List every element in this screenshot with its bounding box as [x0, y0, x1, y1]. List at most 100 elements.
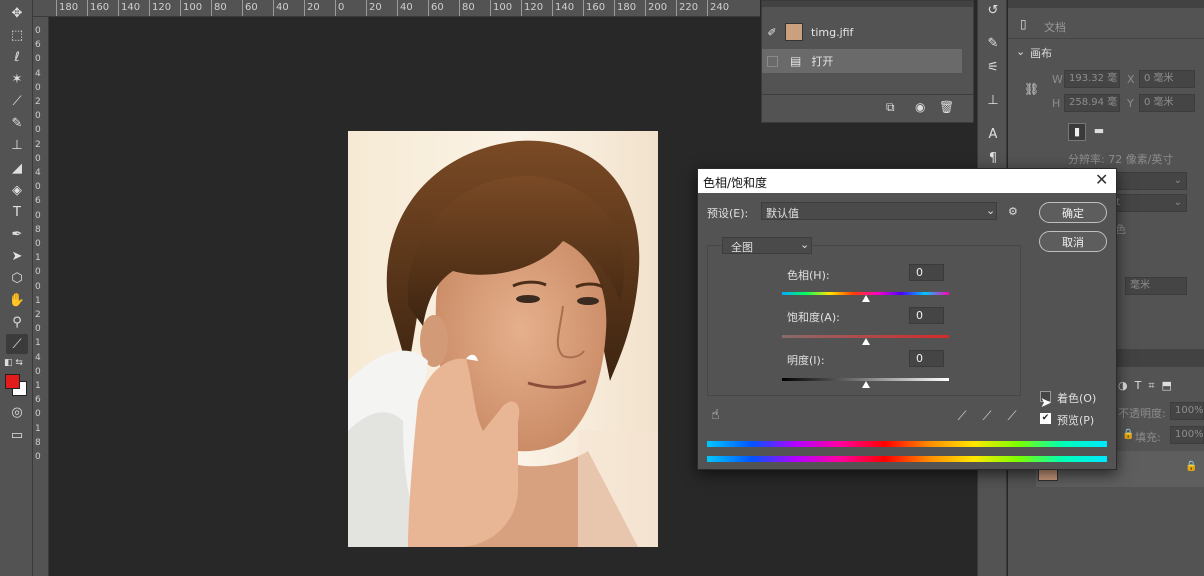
ruler-left-label: 4: [35, 352, 41, 363]
lock-icon[interactable]: 🔒: [1122, 429, 1134, 440]
type-icon[interactable]: T: [6, 202, 28, 222]
preview-checkbox[interactable]: ✔: [1040, 413, 1051, 424]
fill-label: 填充:: [1135, 431, 1161, 444]
layer-filter-icons[interactable]: ◑T⌗⬒: [1118, 379, 1179, 393]
snapshot-camera-icon[interactable]: ◉: [915, 100, 925, 114]
paint-bucket-icon[interactable]: ◈: [6, 180, 28, 200]
brush-settings-icon[interactable]: ⚟: [983, 57, 1003, 77]
history-state-checkbox[interactable]: [767, 55, 778, 67]
marquee-icon[interactable]: ⬚: [6, 25, 28, 45]
history-state-row[interactable]: ▤ 打开: [762, 49, 962, 73]
document-photo[interactable]: [348, 131, 658, 547]
ruler-top-label: 220: [679, 2, 699, 13]
hue-input[interactable]: 0: [909, 264, 944, 281]
ruler-left-label: 0: [35, 210, 41, 221]
history-snapshot-row[interactable]: ✐ timg.jfif: [762, 20, 962, 44]
preset-select[interactable]: 默认值 ⌄: [761, 202, 997, 220]
move-icon[interactable]: ✥: [6, 3, 28, 23]
ruler-left-label: 6: [35, 196, 41, 207]
ruler-top-tick: [180, 0, 181, 16]
saturation-input[interactable]: 0: [909, 307, 944, 324]
quick-mask-icon[interactable]: ◎: [6, 402, 28, 422]
saturation-slider-thumb[interactable]: [862, 338, 870, 345]
fill-field[interactable]: 100%: [1170, 426, 1204, 444]
opacity-field[interactable]: 100%: [1170, 402, 1204, 420]
channel-select[interactable]: 全图 ⌄: [722, 237, 812, 254]
brush-panel-icon[interactable]: ✎: [983, 33, 1003, 53]
eraser-icon[interactable]: ◢: [6, 158, 28, 178]
lightness-input[interactable]: 0: [909, 350, 944, 367]
resolution-text: 分辨率: 72 像素/英寸: [1068, 153, 1174, 166]
history-panel-icon[interactable]: ↺: [983, 0, 1003, 20]
properties-divider: [1008, 38, 1204, 39]
portrait-image: [348, 131, 658, 547]
color-bar-bottom: [707, 456, 1107, 462]
ruler-top-tick: [335, 0, 336, 16]
width-field[interactable]: 193.32 毫: [1064, 70, 1120, 88]
clone-source-icon[interactable]: ⊥: [983, 90, 1003, 110]
subtract-from-sample-eyedropper-icon[interactable]: ⟋: [1004, 408, 1020, 424]
stamp-icon[interactable]: ⊥: [6, 135, 28, 155]
hue-slider-thumb[interactable]: [862, 295, 870, 302]
ruler-top-tick: [211, 0, 212, 16]
document-icon: ▯: [1020, 17, 1027, 31]
ruler-top-tick: [56, 0, 57, 16]
targeted-adjustment-hand-icon[interactable]: ☝: [711, 407, 720, 423]
canvas-section-title: 画布: [1030, 47, 1052, 60]
zoom-icon[interactable]: ⚲: [6, 312, 28, 332]
ruler-top-label: 240: [710, 2, 730, 13]
unit-field[interactable]: 毫米: [1125, 277, 1187, 295]
hand-icon[interactable]: ✋: [6, 290, 28, 310]
ruler-top-label: 60: [245, 2, 258, 13]
x-field[interactable]: 0 毫米: [1139, 70, 1195, 88]
preset-chevron-icon: ⌄: [986, 204, 996, 217]
cancel-button[interactable]: 取消: [1039, 231, 1107, 252]
adjustment-group-box: [707, 245, 1021, 396]
brush-source-icon[interactable]: ✐: [762, 26, 782, 39]
ruler-top-tick: [149, 0, 150, 16]
magic-wand-icon[interactable]: ✶: [6, 69, 28, 89]
shape-icon[interactable]: ⬡: [6, 268, 28, 288]
history-panel: ✐ timg.jfif ▤ 打开 ⧉ ◉ 🗑: [761, 0, 974, 123]
paragraph-panel-icon[interactable]: ¶: [983, 148, 1003, 168]
y-field[interactable]: 0 毫米: [1139, 94, 1195, 112]
screen-mode-icon[interactable]: ▭: [6, 425, 28, 445]
new-document-from-state-icon[interactable]: ⧉: [886, 100, 895, 115]
ruler-top-tick: [552, 0, 553, 16]
ruler-top-label: 100: [493, 2, 513, 13]
lightness-slider-thumb[interactable]: [862, 381, 870, 388]
landscape-orientation-icon[interactable]: ▬: [1090, 123, 1108, 141]
layer-lock-icon: 🔒: [1185, 461, 1198, 472]
close-icon[interactable]: ✕: [1095, 170, 1108, 189]
dropdown-1[interactable]: ⌄: [1111, 172, 1187, 190]
character-panel-icon[interactable]: A: [983, 124, 1003, 144]
history-panel-tab: [762, 1, 973, 7]
ok-button[interactable]: 确定: [1039, 202, 1107, 223]
height-field[interactable]: 258.94 毫: [1064, 94, 1120, 112]
ruler-top-tick: [645, 0, 646, 16]
dialog-titlebar[interactable]: 色相/饱和度 ✕: [698, 169, 1116, 193]
link-icon[interactable]: ⛓: [1024, 82, 1039, 96]
ruler-top-tick: [459, 0, 460, 16]
delete-trash-icon[interactable]: 🗑: [939, 100, 954, 114]
eyedropper-icon[interactable]: ⟋: [954, 408, 970, 424]
ruler-left-label: 0: [35, 324, 41, 335]
pen-icon[interactable]: ✒: [6, 224, 28, 244]
default-colors-icon[interactable]: ◧ ⇆: [4, 358, 23, 368]
eyedropper-active-icon[interactable]: ⟋: [6, 334, 28, 354]
ruler-top-tick: [366, 0, 367, 16]
preset-options-gear-icon[interactable]: ⚙: [1008, 205, 1018, 218]
add-to-sample-eyedropper-icon[interactable]: ⟋: [979, 408, 995, 424]
canvas-section-toggle[interactable]: ⌄: [1016, 45, 1025, 58]
foreground-color-swatch[interactable]: [5, 374, 20, 389]
ruler-left-label: 6: [35, 40, 41, 51]
ruler-left-label: 0: [35, 54, 41, 65]
eyedropper-icon[interactable]: ⟋: [6, 91, 28, 111]
ruler-left-label: 0: [35, 366, 41, 377]
path-select-icon[interactable]: ➤: [6, 246, 28, 266]
dropdown-2[interactable]: t ⌄: [1111, 194, 1187, 212]
ruler-top-label: 160: [90, 2, 110, 13]
portrait-orientation-icon[interactable]: ▮: [1068, 123, 1086, 141]
brush-icon[interactable]: ✎: [6, 113, 28, 133]
lasso-icon[interactable]: ℓ: [6, 47, 28, 67]
